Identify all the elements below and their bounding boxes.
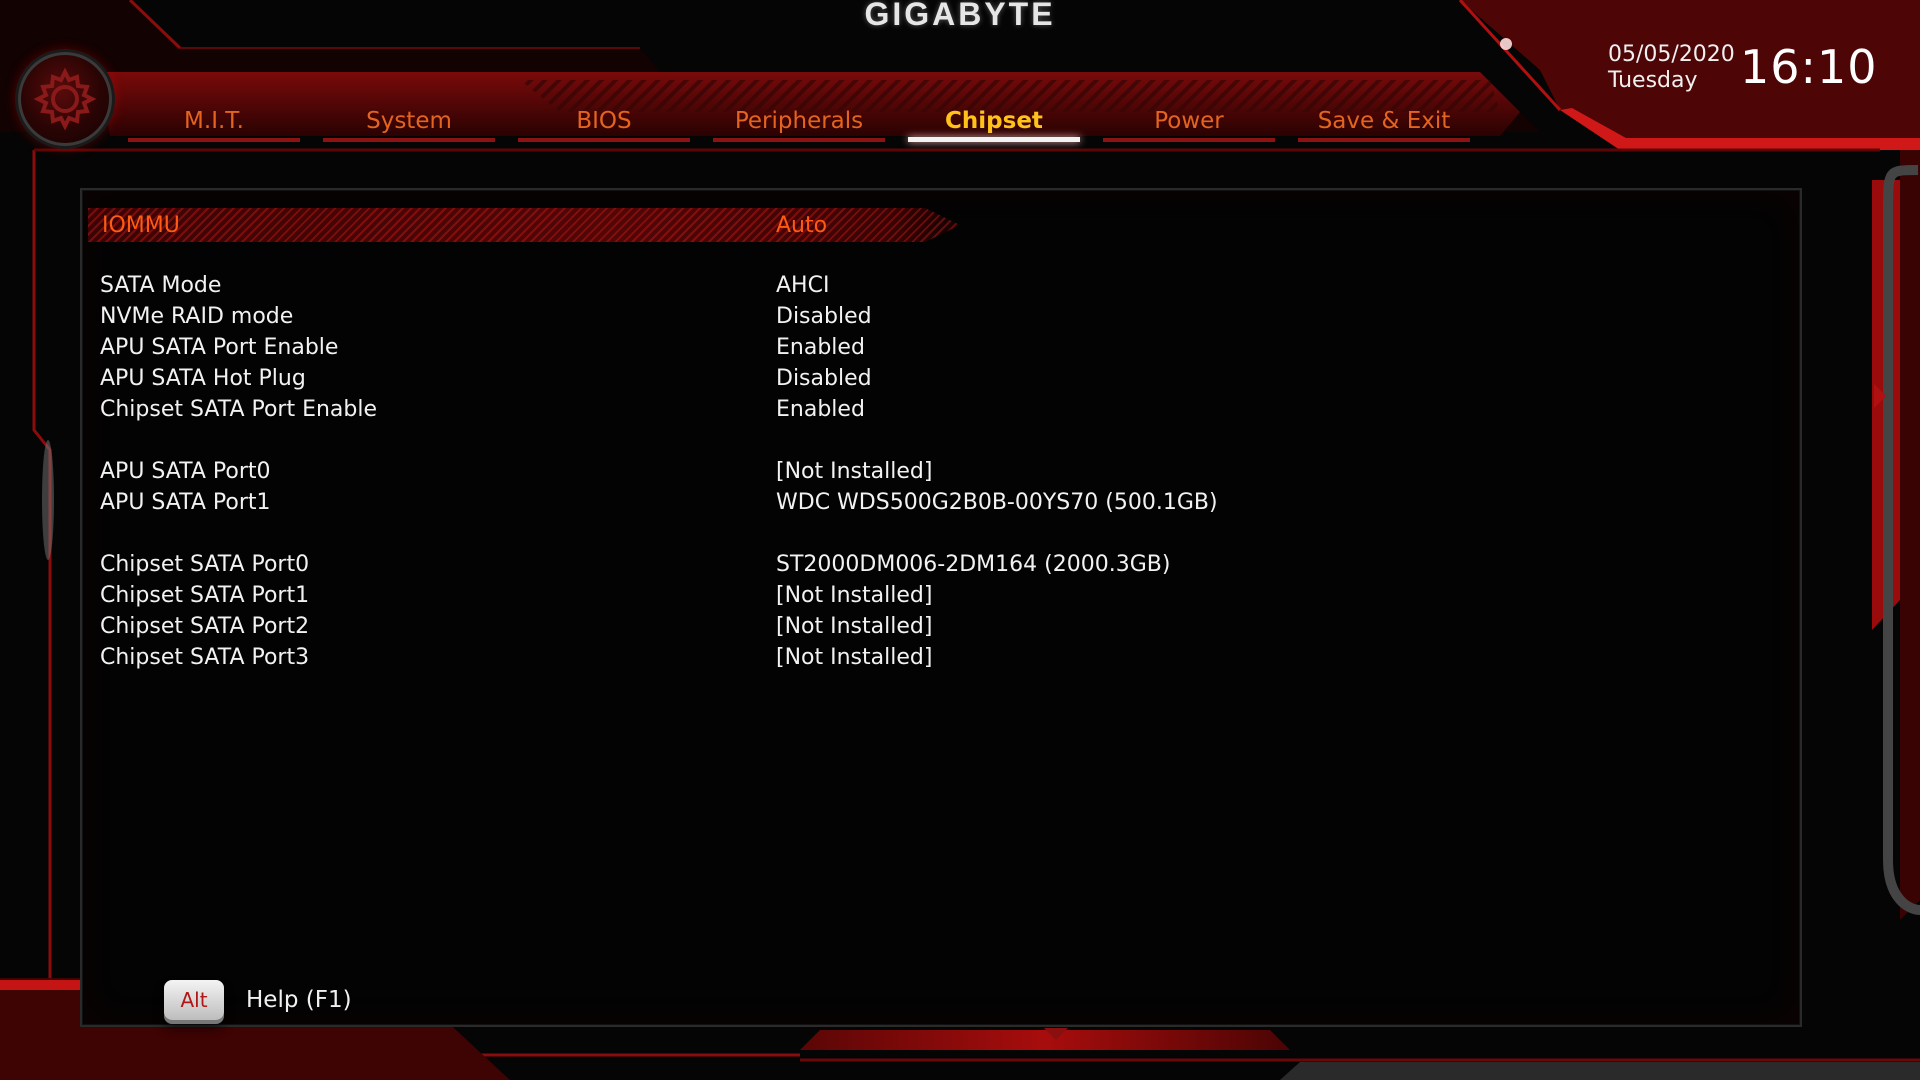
- tab-bios[interactable]: BIOS: [518, 100, 690, 142]
- tab-save-exit[interactable]: Save & Exit: [1298, 100, 1470, 142]
- date-text: 05/05/2020: [1608, 42, 1735, 67]
- info-row-chipset-sata-port2: Chipset SATA Port2 [Not Installed]: [100, 611, 1220, 642]
- info-row-chipset-sata-port3: Chipset SATA Port3 [Not Installed]: [100, 642, 1220, 673]
- brand-logo: GIGABYTE: [864, 0, 1056, 32]
- help-label[interactable]: Help (F1): [246, 987, 352, 1013]
- settings-gear-button[interactable]: [18, 52, 112, 146]
- tab-system[interactable]: System: [323, 100, 495, 142]
- setting-value: Enabled: [776, 335, 865, 360]
- info-row-apu-sata-port1: APU SATA Port1 WDC WDS500G2B0B-00YS70 (5…: [100, 487, 1220, 518]
- setting-label: NVMe RAID mode: [100, 304, 294, 329]
- setting-row-iommu[interactable]: IOMMU Auto: [88, 208, 960, 242]
- info-value: WDC WDS500G2B0B-00YS70 (500.1GB): [776, 490, 1218, 515]
- setting-value: AHCI: [776, 273, 830, 298]
- info-row-apu-sata-port0: APU SATA Port0 [Not Installed]: [100, 456, 1220, 487]
- setting-value: Auto: [776, 212, 828, 238]
- setting-row-nvme-raid-mode[interactable]: NVMe RAID mode Disabled: [100, 301, 1220, 332]
- setting-value: Enabled: [776, 397, 865, 422]
- setting-label: IOMMU: [102, 212, 180, 238]
- info-value: [Not Installed]: [776, 459, 933, 484]
- tab-peripherals[interactable]: Peripherals: [713, 100, 885, 142]
- info-value: ST2000DM006-2DM164 (2000.3GB): [776, 552, 1171, 577]
- info-value: [Not Installed]: [776, 645, 933, 670]
- tab-power[interactable]: Power: [1103, 100, 1275, 142]
- info-row-chipset-sata-port1: Chipset SATA Port1 [Not Installed]: [100, 580, 1220, 611]
- tab-chipset[interactable]: Chipset: [908, 100, 1080, 142]
- info-value: [Not Installed]: [776, 583, 933, 608]
- tab-mit[interactable]: M.I.T.: [128, 100, 300, 142]
- setting-row-apu-sata-port-enable[interactable]: APU SATA Port Enable Enabled: [100, 332, 1220, 363]
- info-value: [Not Installed]: [776, 614, 933, 639]
- setting-label: Chipset SATA Port Enable: [100, 397, 378, 422]
- setting-value: Disabled: [776, 304, 872, 329]
- alt-key-button[interactable]: Alt: [164, 980, 224, 1020]
- clock-time: 16:10: [1740, 40, 1878, 94]
- help-bar: Alt Help (F1): [164, 980, 352, 1020]
- info-row-chipset-sata-port0: Chipset SATA Port0 ST2000DM006-2DM164 (2…: [100, 549, 1220, 580]
- info-label: Chipset SATA Port2: [100, 614, 310, 639]
- setting-value: Disabled: [776, 366, 872, 391]
- nav-tabs: M.I.T. System BIOS Peripherals Chipset P…: [128, 100, 1493, 142]
- info-label: APU SATA Port0: [100, 459, 271, 484]
- info-label: Chipset SATA Port0: [100, 552, 310, 577]
- setting-row-sata-mode[interactable]: SATA Mode AHCI: [100, 270, 1220, 301]
- day-text: Tuesday: [1608, 68, 1698, 93]
- setting-label: SATA Mode: [100, 273, 222, 298]
- scroll-down-arrow-icon[interactable]: [1044, 1028, 1068, 1040]
- setting-label: APU SATA Port Enable: [100, 335, 339, 360]
- setting-label: APU SATA Hot Plug: [100, 366, 306, 391]
- datetime: 05/05/2020 Tuesday: [1608, 42, 1735, 94]
- info-label: Chipset SATA Port3: [100, 645, 310, 670]
- gear-icon: [33, 67, 97, 131]
- info-label: Chipset SATA Port1: [100, 583, 310, 608]
- setting-row-chipset-sata-port-enable[interactable]: Chipset SATA Port Enable Enabled: [100, 394, 1220, 425]
- setting-row-apu-sata-hot-plug[interactable]: APU SATA Hot Plug Disabled: [100, 363, 1220, 394]
- info-label: APU SATA Port1: [100, 490, 271, 515]
- scroll-right-arrow-icon[interactable]: [1874, 384, 1886, 408]
